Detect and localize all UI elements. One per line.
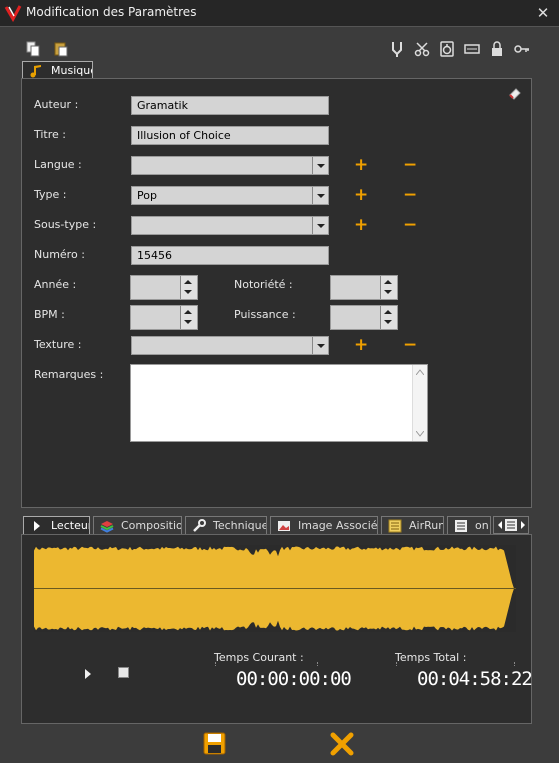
tab-airrun-label: AirRun — [409, 519, 444, 532]
spin-down-icon[interactable] — [184, 320, 192, 324]
chevron-down-icon[interactable] — [312, 187, 328, 204]
speaker-icon[interactable] — [439, 41, 455, 57]
annee-spinner[interactable] — [130, 275, 198, 300]
app-logo-icon — [4, 5, 22, 22]
lock-icon[interactable] — [489, 41, 505, 57]
auteur-field[interactable]: Gramatik — [131, 96, 329, 115]
soustype-remove-button[interactable]: − — [403, 217, 417, 234]
notoriete-spinner[interactable] — [330, 275, 398, 300]
chevron-right-icon[interactable] — [520, 521, 526, 529]
window-title: Modification des Paramètres — [26, 5, 197, 19]
cancel-button[interactable] — [330, 732, 354, 756]
soustype-select[interactable] — [131, 216, 329, 235]
numero-field[interactable]: 15456 — [131, 246, 329, 265]
texture-remove-button[interactable]: − — [403, 337, 417, 354]
type-value: Pop — [137, 189, 157, 202]
spin-down-icon[interactable] — [384, 320, 392, 324]
current-time-display: 00:00:00:00 — [236, 668, 352, 690]
langue-remove-button[interactable]: − — [403, 157, 417, 174]
auteur-label: Auteur : — [34, 98, 79, 111]
stop-button[interactable] — [118, 667, 129, 678]
tab-airrun[interactable]: AirRun — [381, 516, 444, 534]
music-note-icon — [30, 65, 41, 78]
langue-select[interactable] — [131, 156, 329, 175]
spin-down-icon[interactable] — [384, 290, 392, 294]
tab-image-associee-label: Image Associée — [298, 519, 378, 532]
waveform-lower — [34, 588, 516, 631]
tab-lecteur[interactable]: Lecteur — [23, 516, 90, 534]
chevron-down-icon[interactable] — [312, 337, 328, 354]
list-icon — [455, 520, 467, 532]
tab-musique[interactable]: Musique — [22, 61, 93, 79]
texture-select[interactable] — [131, 336, 329, 355]
numero-label: Numéro : — [34, 248, 85, 261]
remarques-textarea[interactable] — [130, 364, 428, 442]
texture-label: Texture : — [34, 338, 82, 351]
layers-icon — [100, 521, 114, 533]
titre-label: Titre : — [34, 128, 67, 141]
bpm-spinner[interactable] — [130, 305, 198, 330]
annee-label: Année : — [34, 278, 77, 291]
spin-up-icon[interactable] — [184, 310, 192, 314]
save-button[interactable] — [203, 732, 226, 755]
scroll-up-icon[interactable] — [416, 369, 424, 375]
remarques-label: Remarques : — [34, 368, 104, 381]
menu-icon[interactable] — [505, 519, 517, 531]
type-remove-button[interactable]: − — [403, 187, 417, 204]
chevron-down-icon[interactable] — [312, 217, 328, 234]
chevron-left-icon[interactable] — [497, 521, 503, 529]
soustype-add-button[interactable]: + — [354, 217, 368, 234]
puissance-label: Puissance : — [234, 308, 296, 321]
langue-add-button[interactable]: + — [354, 157, 368, 174]
total-time-display: 00:04:58:22 — [417, 668, 533, 690]
tab-composition-label: Composition — [121, 519, 181, 532]
spin-up-icon[interactable] — [184, 280, 192, 284]
airrun-icon — [388, 519, 402, 533]
notoriete-label: Notoriété : — [234, 278, 293, 291]
tab-on-label: on — [475, 519, 489, 532]
play-button[interactable] — [84, 668, 92, 680]
type-select[interactable]: Pop — [131, 186, 329, 205]
title-bar[interactable]: Modification des Paramètres ✕ — [0, 0, 559, 27]
card-icon[interactable] — [464, 41, 480, 57]
tab-scroll-controls[interactable] — [493, 516, 529, 534]
texture-add-button[interactable]: + — [354, 337, 368, 354]
eraser-icon[interactable] — [508, 86, 522, 100]
scrollbar[interactable] — [412, 365, 427, 441]
tab-image-associee[interactable]: Image Associée — [270, 516, 378, 534]
close-window-button[interactable]: ✕ — [534, 4, 552, 22]
tab-musique-label: Musique — [51, 64, 93, 77]
total-time-bracket — [396, 662, 515, 666]
tab-on[interactable]: on — [447, 516, 491, 534]
puissance-spinner[interactable] — [330, 305, 398, 330]
tab-technique[interactable]: Technique — [185, 516, 267, 534]
play-icon — [34, 521, 40, 531]
bpm-label: BPM : — [34, 308, 65, 321]
spin-up-icon[interactable] — [384, 280, 392, 284]
audio-waveform[interactable] — [34, 545, 516, 632]
image-icon — [278, 521, 290, 531]
wrench-icon — [193, 519, 206, 532]
langue-label: Langue : — [34, 158, 82, 171]
paste-icon[interactable] — [53, 41, 69, 57]
tab-technique-label: Technique — [213, 519, 267, 532]
waveform-upper — [34, 546, 516, 589]
tuning-fork-icon[interactable] — [389, 41, 405, 57]
titre-field[interactable]: Illusion of Choice — [131, 126, 329, 145]
scissors-icon[interactable] — [414, 41, 430, 57]
type-add-button[interactable]: + — [354, 187, 368, 204]
scroll-down-icon[interactable] — [416, 431, 424, 437]
spin-down-icon[interactable] — [184, 290, 192, 294]
key-icon[interactable] — [514, 41, 530, 57]
chevron-down-icon[interactable] — [312, 157, 328, 174]
soustype-label: Sous-type : — [34, 218, 97, 231]
spin-up-icon[interactable] — [384, 310, 392, 314]
tab-lecteur-label: Lecteur — [51, 519, 90, 532]
current-time-bracket — [215, 662, 318, 666]
tab-composition[interactable]: Composition — [93, 516, 182, 534]
type-label: Type : — [34, 188, 67, 201]
copy-icon[interactable] — [25, 41, 41, 57]
